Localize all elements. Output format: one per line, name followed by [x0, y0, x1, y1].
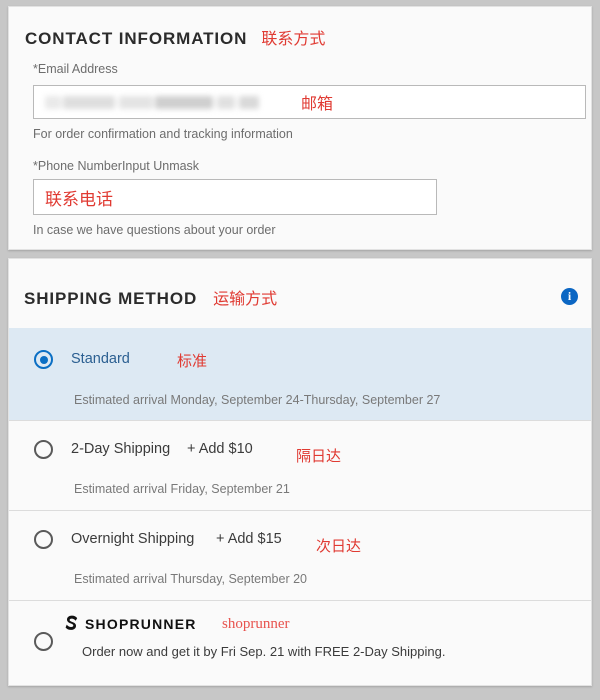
- shipping-option-2day-annotation: 隔日达: [296, 448, 342, 465]
- shipping-option-2day-price: + Add $10: [187, 441, 253, 457]
- shipping-option-overnight-label: Overnight Shipping: [71, 531, 195, 547]
- info-icon[interactable]: i: [561, 288, 578, 305]
- contact-section-title: CONTACT INFORMATION: [25, 29, 248, 48]
- email-input[interactable]: 邮箱: [33, 85, 586, 119]
- shipping-section-title-annotation: 运输方式: [213, 291, 278, 308]
- shipping-section-title: SHIPPING METHOD: [24, 289, 198, 308]
- shipping-option-overnight[interactable]: Overnight Shipping + Add $15 次日达 Estimat…: [9, 510, 591, 600]
- contact-information-card: CONTACT INFORMATION 联系方式 *Email Address …: [8, 6, 592, 250]
- shipping-option-overnight-price: + Add $15: [216, 531, 282, 547]
- phone-help-text: In case we have questions about your ord…: [33, 223, 276, 237]
- shipping-option-standard-annotation: 标准: [177, 353, 208, 370]
- shipping-option-2day[interactable]: 2-Day Shipping + Add $10 隔日达 Estimated a…: [9, 420, 591, 510]
- shipping-option-shoprunner[interactable]: [9, 600, 591, 685]
- email-value-redacted: [45, 95, 259, 109]
- shipping-option-overnight-eta: Estimated arrival Thursday, September 20: [74, 572, 307, 586]
- phone-field-label: *Phone NumberInput Unmask: [33, 159, 200, 173]
- contact-section-header: CONTACT INFORMATION 联系方式: [25, 25, 325, 49]
- shipping-option-standard[interactable]: Standard 标准 Estimated arrival Monday, Se…: [9, 328, 591, 420]
- radio-shoprunner[interactable]: [34, 632, 53, 651]
- shoprunner-annotation: shoprunner: [222, 616, 290, 632]
- shipping-option-standard-label: Standard: [71, 351, 130, 367]
- phone-value: 联系电话: [45, 189, 113, 209]
- phone-input[interactable]: 联系电话: [33, 179, 437, 215]
- shoprunner-description: Order now and get it by Fri Sep. 21 with…: [82, 644, 446, 659]
- shipping-option-2day-eta: Estimated arrival Friday, September 21: [74, 482, 290, 496]
- email-field-label: *Email Address: [33, 62, 118, 76]
- email-annotation: 邮箱: [301, 96, 334, 113]
- contact-section-title-annotation: 联系方式: [261, 31, 326, 48]
- shipping-option-overnight-annotation: 次日达: [316, 538, 362, 555]
- checkout-page: CONTACT INFORMATION 联系方式 *Email Address …: [0, 0, 600, 700]
- radio-overnight[interactable]: [34, 530, 53, 549]
- email-help-text: For order confirmation and tracking info…: [33, 127, 293, 141]
- shipping-option-2day-label: 2-Day Shipping: [71, 441, 171, 457]
- shoprunner-logo: SHOPRUNNER: [62, 614, 197, 633]
- shipping-section-header: SHIPPING METHOD 运输方式: [24, 285, 277, 309]
- radio-2day[interactable]: [34, 440, 53, 459]
- shipping-option-standard-eta: Estimated arrival Monday, September 24-T…: [74, 393, 441, 407]
- radio-standard[interactable]: [34, 350, 53, 369]
- shoprunner-wordmark: SHOPRUNNER: [85, 615, 197, 632]
- shoprunner-swirl-icon: [62, 614, 81, 633]
